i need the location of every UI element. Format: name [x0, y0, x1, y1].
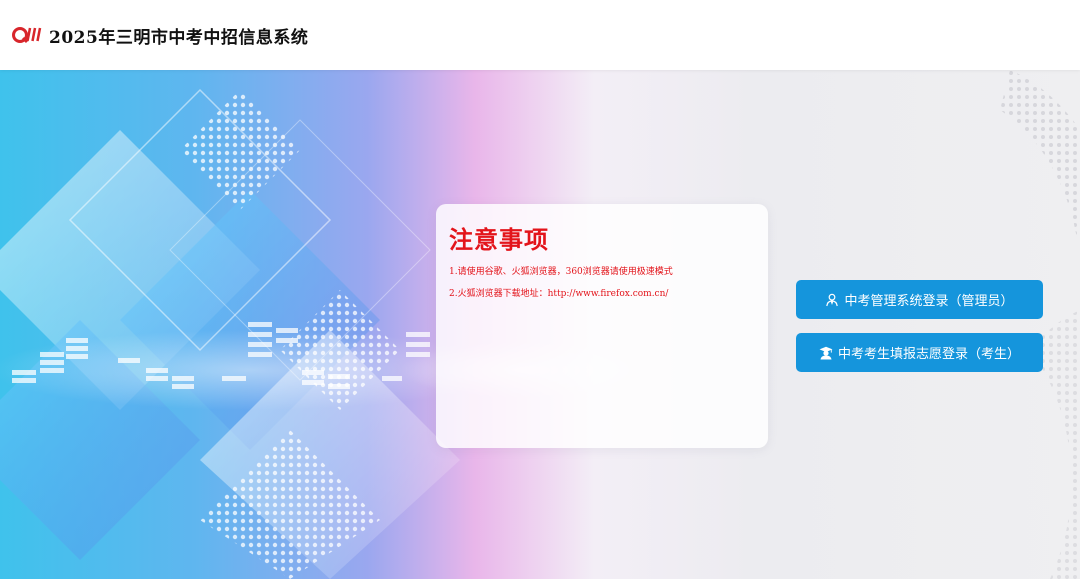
admin-login-label: 中考管理系统登录（管理员） [844, 294, 1014, 309]
notice-panel: 注意事项 1.请使用谷歌、火狐浏览器，360浏览器请使用极速模式 2.火狐浏览器… [436, 204, 768, 448]
admin-login-button[interactable]: 中考管理系统登录（管理员） [796, 280, 1043, 319]
page-title: 2025年三明市中考中招信息系统 [49, 27, 309, 48]
header: 2025年三明市中考中招信息系统 [0, 0, 1080, 70]
graduate-icon [819, 346, 833, 360]
student-login-label: 中考考生填报志愿登录（考生） [837, 347, 1020, 362]
notice-title: 注意事项 [449, 225, 549, 254]
user-outline-icon [825, 293, 839, 307]
logo-icon [12, 27, 42, 44]
student-login-button[interactable]: 中考考生填报志愿登录（考生） [796, 333, 1043, 372]
notice-line-firefox-link[interactable]: 2.火狐浏览器下载地址：http://www.firefox.com.cn/ [449, 289, 755, 300]
notice-line-browser: 1.请使用谷歌、火狐浏览器，360浏览器请使用极速模式 [449, 267, 673, 277]
